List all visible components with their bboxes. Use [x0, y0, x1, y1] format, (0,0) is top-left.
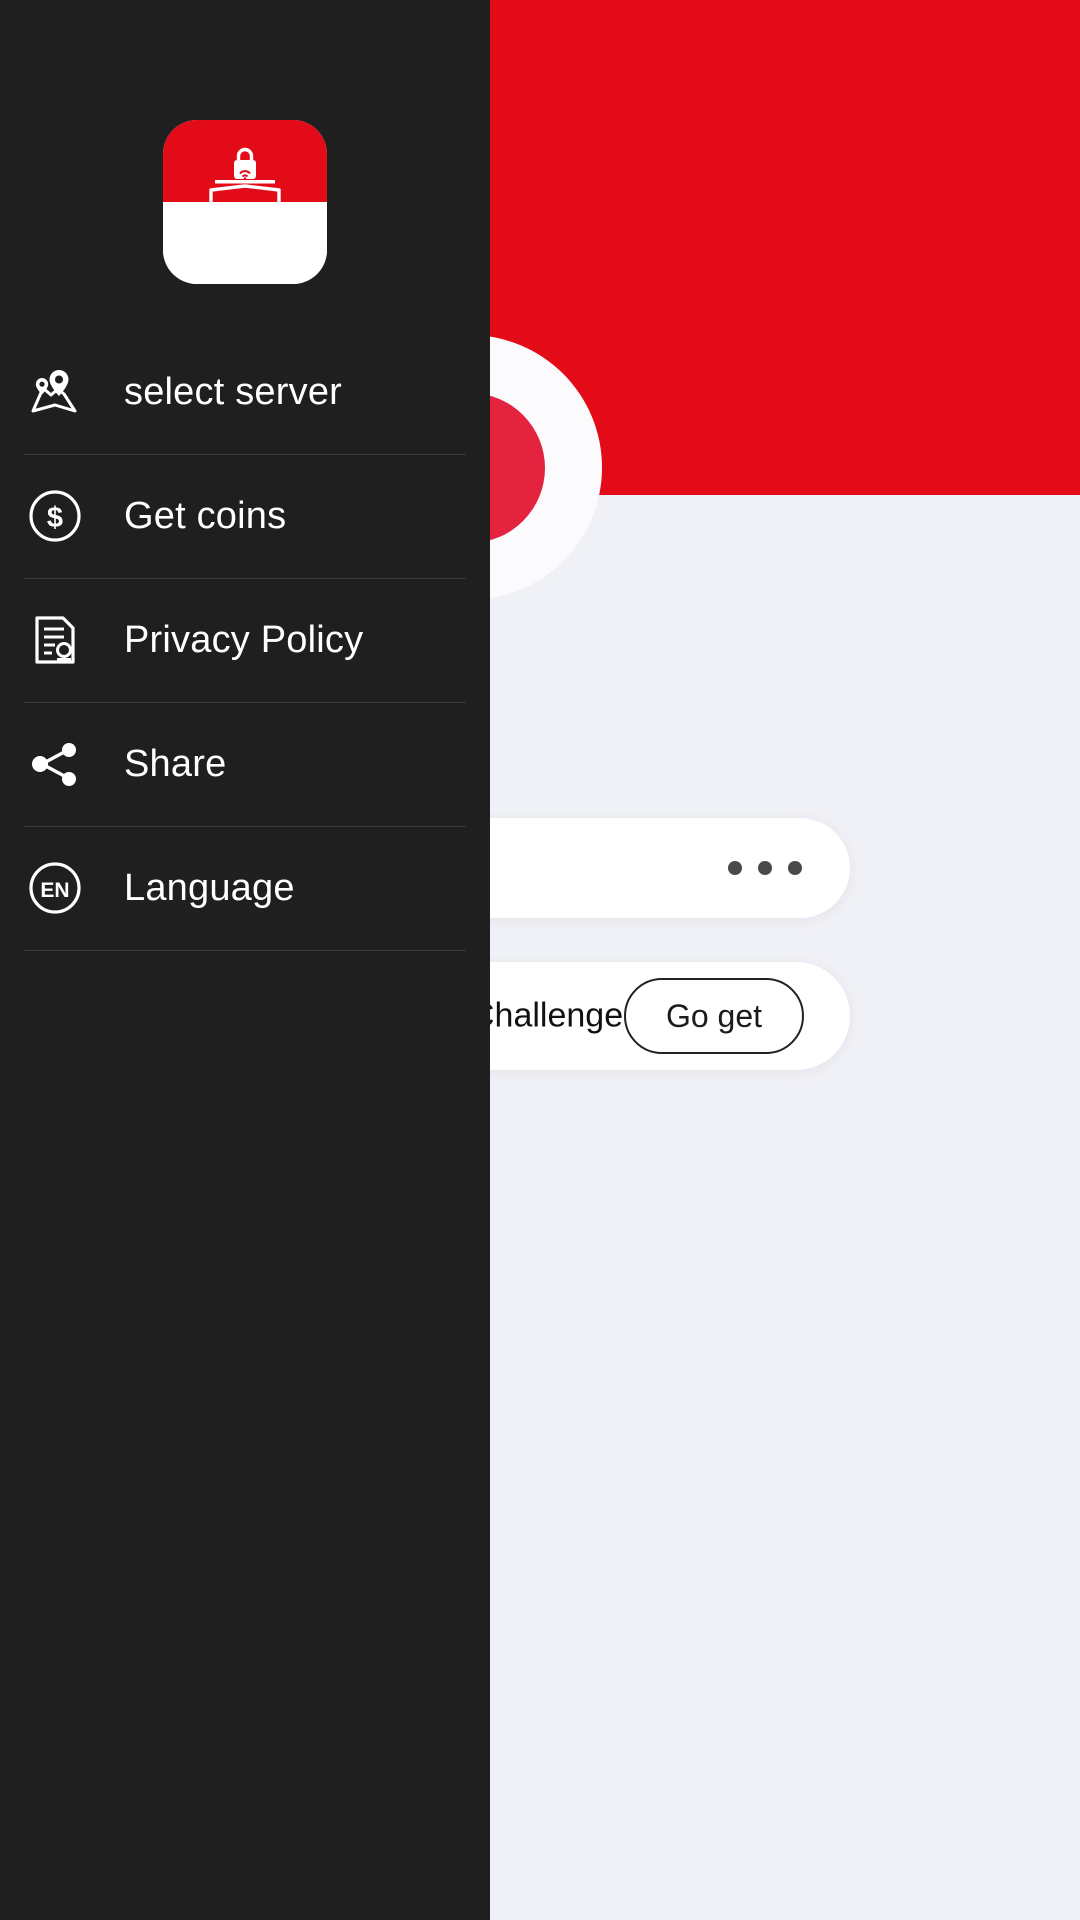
- sidebar-item-label: Privacy Policy: [124, 618, 364, 661]
- sidebar-item-share[interactable]: Share: [0, 702, 490, 826]
- menu-bottom-divider: [24, 950, 466, 951]
- navigation-drawer: VPN select server $ Get coins Privacy Po…: [0, 0, 490, 1920]
- share-nodes-icon: [24, 733, 86, 795]
- go-get-button[interactable]: Go get: [624, 978, 804, 1054]
- shield-lock-graphic: VPN: [209, 147, 281, 266]
- language-en-icon: EN: [24, 857, 86, 919]
- app-root: Connect Challenge Go get: [0, 0, 1080, 1920]
- dollar-circle-icon: $: [24, 485, 86, 547]
- sidebar-item-select-server[interactable]: select server: [0, 330, 490, 454]
- more-options-icon[interactable]: [728, 861, 802, 875]
- sidebar-item-label: select server: [124, 370, 343, 413]
- sidebar-item-get-coins[interactable]: $ Get coins: [0, 454, 490, 578]
- dot-1: [728, 861, 742, 875]
- sidebar-item-label: Share: [124, 742, 227, 785]
- challenge-label: Challenge: [470, 996, 624, 1035]
- drawer-menu: select server $ Get coins Privacy Policy…: [0, 330, 490, 951]
- svg-text:$: $: [47, 502, 63, 534]
- svg-text:EN: EN: [40, 879, 69, 902]
- svg-text:VPN: VPN: [214, 204, 276, 237]
- sidebar-item-language[interactable]: EN Language: [0, 826, 490, 950]
- map-pin-icon: [24, 361, 86, 423]
- document-certificate-icon: [24, 609, 86, 671]
- dot-2: [758, 861, 772, 875]
- sidebar-item-label: Language: [124, 866, 295, 909]
- dot-3: [788, 861, 802, 875]
- sidebar-item-privacy-policy[interactable]: Privacy Policy: [0, 578, 490, 702]
- sidebar-item-label: Get coins: [124, 494, 287, 537]
- vpn-shield-app-icon: VPN: [163, 120, 327, 284]
